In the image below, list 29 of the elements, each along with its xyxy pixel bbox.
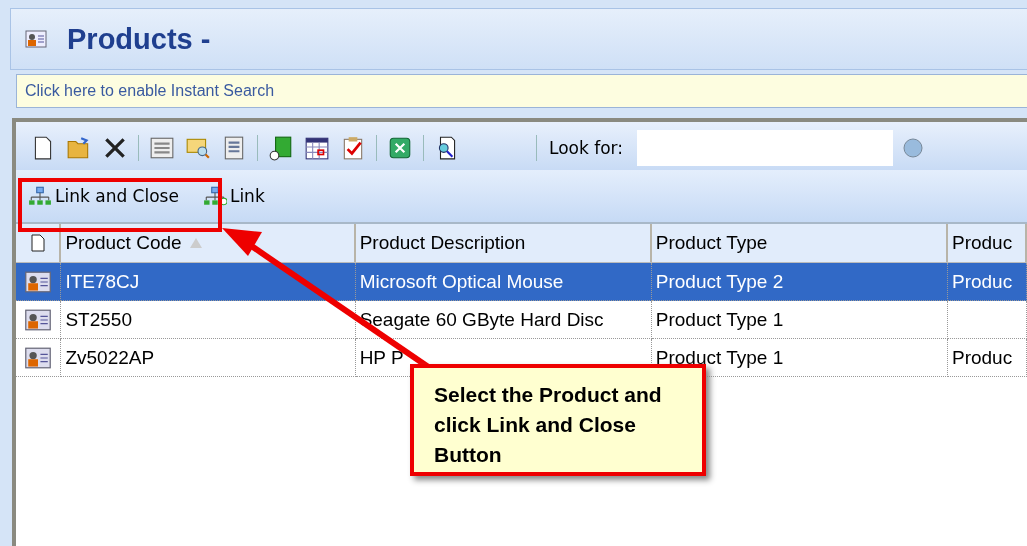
notebook-icon[interactable] [268,135,294,161]
table-cell: Product Type 1 [651,301,948,339]
contact-card-icon [24,308,53,331]
document-icon [30,234,45,252]
look-for-label: Look for: [549,138,624,158]
window-title: Products - [67,22,211,56]
spreadsheet-icon[interactable] [387,135,413,161]
link-button[interactable]: Link [194,176,277,216]
globe-icon[interactable] [903,138,924,158]
calendar-icon[interactable] [304,135,330,161]
table-cell: ITE78CJ [61,263,356,301]
contact-card-icon [24,346,53,369]
table-cell: Product Type 2 [651,263,948,301]
look-for-field[interactable] [637,130,894,166]
table-cell: Seagate 60 GByte Hard Disc [355,301,652,339]
hierarchy-icon [28,186,52,206]
table-cell: Produc [947,263,1027,301]
table-cell: Microsoft Optical Mouse [355,263,652,301]
delete-icon[interactable] [102,135,128,161]
contact-card-icon [25,30,47,48]
link-and-close-button[interactable]: Link and Close [20,176,191,216]
hierarchy-icon [202,186,227,206]
table-cell: Zv5022AP [61,339,356,377]
table-cell: ST2550 [61,301,356,339]
callout-note: Select the Product and click Link and Close Button [410,364,706,476]
form-icon[interactable] [149,135,175,161]
contact-card-icon [24,270,53,293]
table-cell: Produc [947,339,1027,377]
instant-search-bar[interactable]: Click here to enable Instant Search [16,74,1027,108]
